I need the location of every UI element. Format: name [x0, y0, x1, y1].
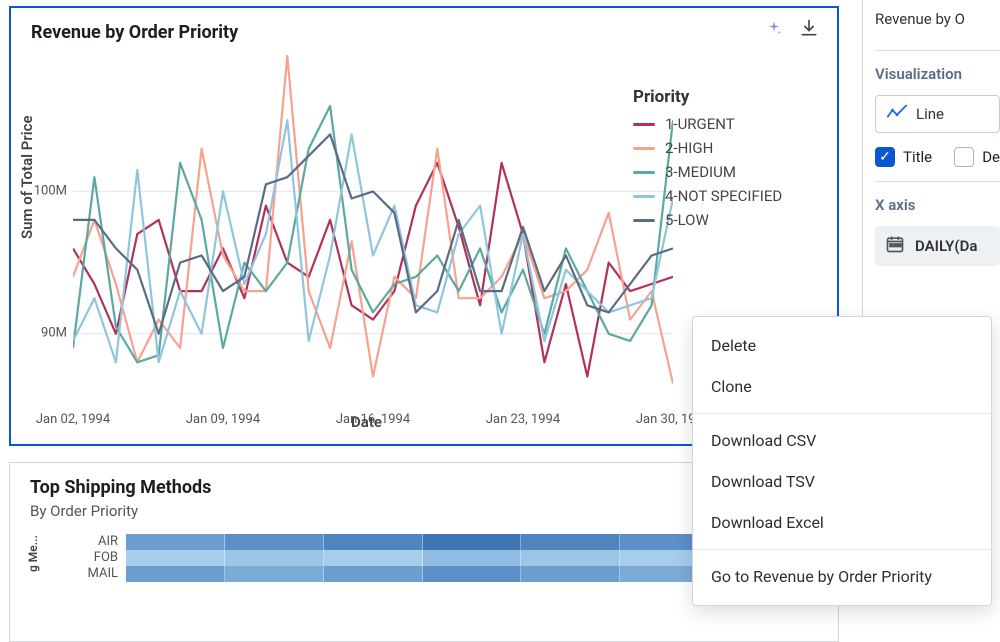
menu-divider [693, 413, 991, 414]
legend-swatch [633, 123, 655, 126]
sparkle-icon[interactable] [765, 19, 783, 41]
x-tick: Jan 23, 1994 [486, 412, 560, 427]
download-icon[interactable] [799, 18, 819, 42]
x-tick: Jan 09, 1994 [186, 412, 260, 427]
heatmap-cell[interactable] [521, 550, 620, 566]
sidebar-section-visualization: Visualization [875, 65, 1000, 83]
legend-swatch [633, 219, 655, 222]
menu-item-clone[interactable]: Clone [693, 366, 991, 407]
heatmap-cell[interactable] [126, 550, 225, 566]
y-tick: 90M [41, 326, 67, 341]
heatmap-cell[interactable] [225, 550, 324, 566]
heatmap-cell[interactable] [126, 566, 225, 582]
heatmap-cell[interactable] [225, 534, 324, 550]
legend-item-label: 5-LOW [665, 211, 709, 229]
legend-item[interactable]: 4-NOT SPECIFIED [633, 187, 809, 205]
legend-item-label: 3-MEDIUM [665, 163, 736, 181]
menu-item-download-excel[interactable]: Download Excel [693, 502, 991, 543]
heatmap-row-label: FOB [48, 550, 118, 566]
description-checkbox[interactable] [954, 147, 974, 167]
legend-item[interactable]: 3-MEDIUM [633, 163, 809, 181]
menu-item-download-csv[interactable]: Download CSV [693, 420, 991, 461]
heatmap-cell[interactable] [423, 534, 522, 550]
line-chart-icon [886, 103, 908, 125]
menu-item-delete[interactable]: Delete [693, 325, 991, 366]
heatmap-cell[interactable] [324, 566, 423, 582]
legend-swatch [633, 195, 655, 198]
chart-title: Revenue by Order Priority [31, 22, 817, 43]
heatmap-cell[interactable] [324, 550, 423, 566]
heatmap-cell[interactable] [521, 566, 620, 582]
sidebar-title-input[interactable]: Revenue by O [875, 2, 1000, 36]
x-tick: Jan 02, 1994 [36, 412, 110, 427]
title-checkbox-row: Title De [875, 147, 1000, 167]
menu-divider [693, 549, 991, 550]
chart-actions [765, 18, 819, 42]
x-tick: Jan 16, 1994 [336, 412, 410, 427]
legend-item-label: 2-HIGH [665, 139, 713, 157]
visualization-select[interactable]: Line [875, 95, 1000, 133]
legend-item-label: 1-URGENT [665, 115, 735, 133]
context-menu: Delete Clone Download CSV Download TSV D… [692, 316, 992, 606]
divider [875, 50, 1000, 51]
heatmap-cell[interactable] [225, 566, 324, 582]
xaxis-field-value: DAILY(Da [915, 237, 977, 255]
legend-swatch [633, 147, 655, 150]
legend-swatch [633, 171, 655, 174]
calendar-icon [885, 234, 905, 258]
xaxis-field-pill[interactable]: DAILY(Da [875, 226, 1000, 266]
title-checkbox[interactable] [875, 147, 895, 167]
heatmap-cell[interactable] [324, 534, 423, 550]
legend-item[interactable]: 5-LOW [633, 211, 809, 229]
legend-item[interactable]: 2-HIGH [633, 139, 809, 157]
visualization-select-value: Line [916, 105, 944, 123]
heatmap-cell[interactable] [126, 534, 225, 550]
heatmap-row-labels: AIRFOBMAIL [48, 534, 118, 582]
y-axis-label: Sum of Total Price [18, 115, 36, 239]
heatmap-cell[interactable] [521, 534, 620, 550]
description-checkbox-label: De [982, 148, 1000, 166]
y-tick: 100M [34, 184, 67, 199]
heatmap-row-label: AIR [48, 534, 118, 550]
title-checkbox-label: Title [903, 148, 932, 166]
sidebar-section-xaxis: X axis [875, 196, 1000, 214]
heatmap-row-label: MAIL [48, 566, 118, 582]
divider [875, 181, 1000, 182]
legend-item-label: 4-NOT SPECIFIED [665, 187, 782, 205]
heatmap-cell[interactable] [423, 566, 522, 582]
menu-item-download-tsv[interactable]: Download TSV [693, 461, 991, 502]
legend-item[interactable]: 1-URGENT [633, 115, 809, 133]
chart-plot[interactable]: 100M 90M Jan 02, 1994 Jan 09, 1994 Jan 1… [73, 49, 673, 405]
menu-item-goto[interactable]: Go to Revenue by Order Priority [693, 556, 991, 597]
chart-legend: Priority 1-URGENT 2-HIGH 3-MEDIUM 4-NOT SPE… [633, 87, 809, 235]
heatmap-cell[interactable] [423, 550, 522, 566]
legend-title: Priority [633, 87, 809, 107]
heatmap-y-axis-label: g Me... [26, 535, 40, 572]
